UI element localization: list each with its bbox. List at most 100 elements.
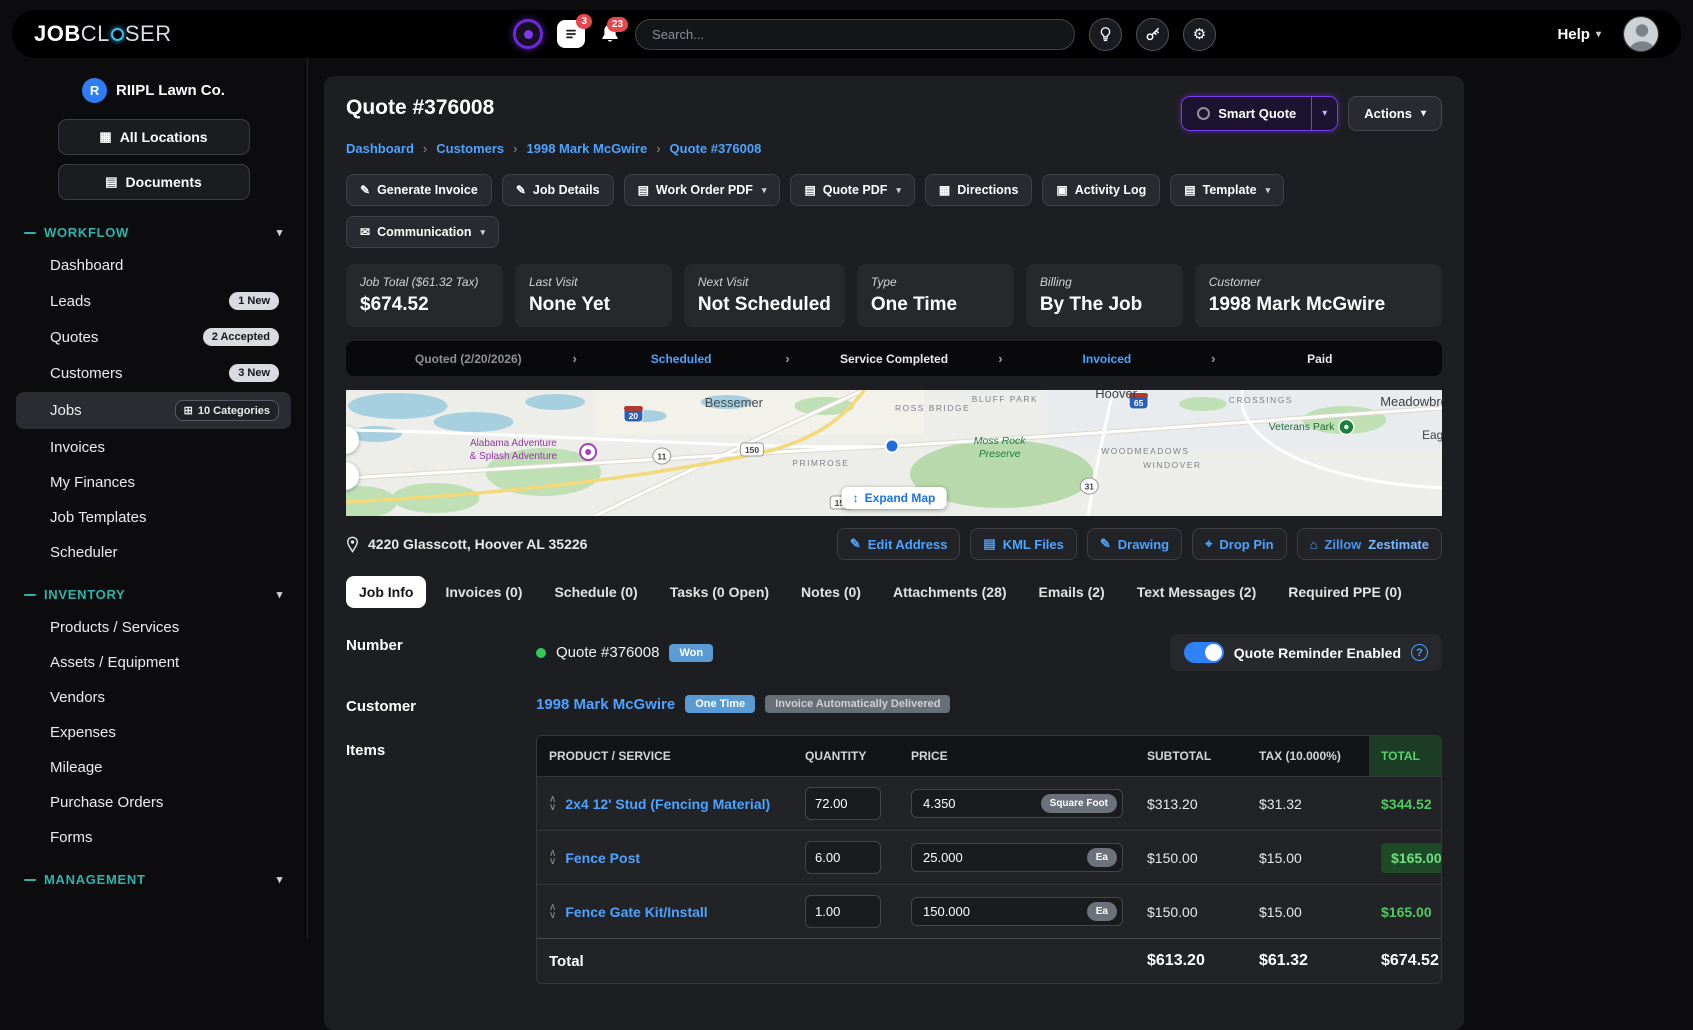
sidebar-item-my-finances[interactable]: My Finances — [16, 466, 291, 499]
price-field[interactable]: Ea — [911, 843, 1123, 872]
generate-invoice-button[interactable]: ✎Generate Invoice — [346, 174, 492, 206]
work-order-pdf-button[interactable]: ▤Work Order PDF▾ — [624, 174, 781, 206]
sidebar-item-mileage[interactable]: Mileage — [16, 751, 291, 784]
expand-map-button[interactable]: ↕ Expand Map — [842, 487, 947, 509]
all-locations-button[interactable]: ▦ All Locations — [58, 119, 250, 155]
smart-quote-dropdown-button[interactable]: ▾ — [1311, 97, 1337, 130]
company-switcher[interactable]: R RIIPL Lawn Co. — [8, 78, 299, 103]
settings-button[interactable]: ⚙ — [1183, 18, 1216, 51]
breadcrumb-customers[interactable]: Customers — [436, 141, 504, 156]
customer-link[interactable]: 1998 Mark McGwire — [536, 696, 675, 713]
sidebar-section-workflow[interactable]: WORKFLOW ▾ — [8, 209, 299, 247]
kml-files-button[interactable]: ▤KML Files — [970, 528, 1076, 560]
job-details-button[interactable]: ✎Job Details — [502, 174, 614, 206]
tab-invoices[interactable]: Invoices (0) — [432, 576, 535, 608]
step-paid[interactable]: Paid — [1216, 352, 1425, 366]
notifications-button[interactable]: 23 — [599, 23, 621, 45]
drawing-button[interactable]: ✎Drawing — [1087, 528, 1182, 560]
activity-log-button[interactable]: ▣Activity Log — [1042, 174, 1160, 206]
tab-attachments[interactable]: Attachments (28) — [880, 576, 1020, 608]
api-keys-button[interactable] — [1136, 18, 1169, 51]
step-invoiced[interactable]: Invoiced — [1003, 352, 1212, 366]
tab-tasks[interactable]: Tasks (0 Open) — [657, 576, 782, 608]
attraction-marker-icon[interactable] — [580, 444, 596, 460]
drop-pin-button[interactable]: ⌖Drop Pin — [1192, 528, 1287, 560]
chevron-down-icon: ▾ — [277, 873, 283, 886]
price-field[interactable]: Square Foot — [911, 789, 1123, 818]
breadcrumb: Dashboard › Customers › 1998 Mark McGwir… — [346, 141, 1442, 156]
sidebar-item-quotes[interactable]: Quotes 2 Accepted — [16, 320, 291, 354]
tab-job-info[interactable]: Job Info — [346, 576, 426, 608]
sidebar-item-expenses[interactable]: Expenses — [16, 716, 291, 749]
reorder-handle[interactable]: ∧∨ — [549, 904, 556, 919]
sidebar-item-products-services[interactable]: Products / Services — [16, 611, 291, 644]
sidebar-item-jobs[interactable]: Jobs ⊞ 10 Categories — [16, 392, 291, 429]
sidebar-item-leads[interactable]: Leads 1 New — [16, 284, 291, 318]
breadcrumb-dashboard[interactable]: Dashboard — [346, 141, 414, 156]
step-scheduled[interactable]: Scheduled — [577, 352, 786, 366]
breadcrumb-customer[interactable]: 1998 Mark McGwire — [527, 141, 648, 156]
step-service-completed[interactable]: Service Completed — [790, 352, 999, 366]
quote-reminder-toggle[interactable] — [1184, 642, 1224, 663]
map-pin-dot[interactable] — [886, 440, 899, 453]
smart-quote-button[interactable]: Smart Quote — [1182, 97, 1311, 130]
app-logo[interactable]: JOBCLSER — [34, 21, 172, 47]
step-quoted[interactable]: Quoted (2/20/2026) — [364, 352, 573, 366]
help-question-icon[interactable]: ? — [1411, 644, 1428, 661]
veterans-park-marker-icon[interactable] — [1339, 420, 1354, 435]
tab-required-ppe[interactable]: Required PPE (0) — [1275, 576, 1415, 608]
actions-button[interactable]: Actions ▾ — [1348, 96, 1442, 131]
zillow-zestimate-button[interactable]: ⌂ Zillow Zestimate — [1297, 528, 1442, 560]
template-button[interactable]: ▤Template▾ — [1170, 174, 1284, 206]
tab-text-messages[interactable]: Text Messages (2) — [1124, 576, 1270, 608]
price-input[interactable] — [921, 849, 1021, 866]
reorder-handle[interactable]: ∧∨ — [549, 850, 556, 865]
sidebar-section-inventory[interactable]: INVENTORY ▾ — [8, 571, 299, 609]
categories-grid-icon: ⊞ — [184, 404, 193, 417]
ideas-button[interactable] — [1089, 18, 1122, 51]
tab-notes[interactable]: Notes (0) — [788, 576, 874, 608]
search-input[interactable] — [635, 19, 1075, 50]
price-field[interactable]: Ea — [911, 897, 1123, 926]
quote-pdf-button[interactable]: ▤Quote PDF▾ — [790, 174, 914, 206]
user-avatar[interactable] — [1623, 16, 1659, 52]
price-input[interactable] — [921, 795, 1021, 812]
tab-emails[interactable]: Emails (2) — [1026, 576, 1118, 608]
communication-button[interactable]: ✉Communication▾ — [346, 216, 499, 248]
documents-button[interactable]: ▤ Documents — [58, 164, 250, 200]
product-link[interactable]: Fence Gate Kit/Install — [565, 904, 707, 920]
svg-text:20: 20 — [629, 411, 639, 421]
unit-badge: Ea — [1087, 902, 1117, 921]
sidebar-section-management[interactable]: MANAGEMENT ▾ — [8, 856, 299, 894]
map[interactable]: 20 65 11 150 150 — [346, 390, 1442, 516]
stat-last-visit: Last VisitNone Yet — [515, 264, 672, 327]
sidebar-item-job-templates[interactable]: Job Templates — [16, 501, 291, 534]
sidebar-item-scheduler[interactable]: Scheduler — [16, 536, 291, 569]
tasks-button[interactable]: 3 — [557, 20, 585, 48]
directions-button[interactable]: ▦Directions — [925, 174, 1032, 206]
target-icon[interactable] — [513, 19, 543, 49]
stat-billing: BillingBy The Job — [1026, 264, 1183, 327]
tab-schedule[interactable]: Schedule (0) — [541, 576, 650, 608]
quantity-input[interactable] — [805, 841, 881, 874]
price-input[interactable] — [921, 903, 1021, 920]
reorder-handle[interactable]: ∧∨ — [549, 796, 556, 811]
sidebar-item-vendors[interactable]: Vendors — [16, 681, 291, 714]
help-menu[interactable]: Help ▾ — [1557, 26, 1601, 43]
breadcrumb-quote[interactable]: Quote #376008 — [670, 141, 762, 156]
product-link[interactable]: Fence Post — [565, 850, 640, 866]
quantity-input[interactable] — [805, 787, 881, 820]
product-link[interactable]: 2x4 12' Stud (Fencing Material) — [565, 796, 770, 812]
logo-text-light: CL — [81, 21, 110, 47]
nav-label: Jobs — [50, 402, 82, 419]
sidebar-item-purchase-orders[interactable]: Purchase Orders — [16, 786, 291, 819]
sidebar-item-customers[interactable]: Customers 3 New — [16, 356, 291, 390]
document-icon: ▤ — [1184, 183, 1195, 197]
sidebar-item-forms[interactable]: Forms — [16, 821, 291, 854]
edit-address-button[interactable]: ✎Edit Address — [837, 528, 961, 560]
sidebar-item-dashboard[interactable]: Dashboard — [16, 249, 291, 282]
items-label: Items — [346, 735, 536, 759]
sidebar-item-invoices[interactable]: Invoices — [16, 431, 291, 464]
quantity-input[interactable] — [805, 895, 881, 928]
sidebar-item-assets-equipment[interactable]: Assets / Equipment — [16, 646, 291, 679]
